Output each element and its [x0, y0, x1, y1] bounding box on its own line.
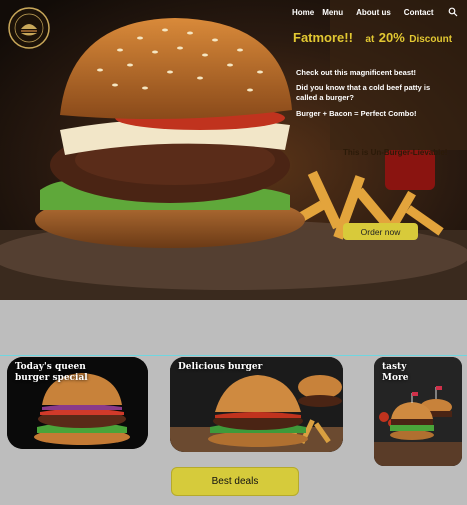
- card-tasty-more[interactable]: tasty More: [374, 357, 462, 466]
- card-tasty-title-line2: More: [382, 373, 409, 383]
- card-queen-title-line2: burger special: [15, 373, 88, 383]
- promo-discount: Discount: [409, 34, 453, 45]
- nav-contact-link[interactable]: Contact: [404, 8, 434, 17]
- hero-banner: Home Menu About us Contact Fatmore!! at …: [0, 0, 467, 300]
- card-queen-burger[interactable]: Today's queen burger special: [7, 357, 148, 449]
- nav-home-link[interactable]: Home: [292, 8, 314, 17]
- promo-brand: Fatmore!!: [293, 30, 353, 45]
- card-tasty-title: tasty More: [382, 362, 408, 384]
- promo-percent: 20%: [378, 30, 405, 45]
- nav-menu-link[interactable]: Menu: [322, 8, 343, 17]
- card-delicious-title: Delicious burger: [178, 362, 262, 373]
- search-icon[interactable]: [448, 7, 458, 17]
- card-delicious-burger[interactable]: Delicious burger: [170, 357, 343, 452]
- hero-tagline: This is Un-Burger-Lievable!: [343, 148, 448, 157]
- order-now-button[interactable]: Order now: [343, 223, 418, 240]
- brand-logo[interactable]: [8, 7, 50, 49]
- hero-line-3: Burger + Bacon = Perfect Combo!: [296, 109, 417, 118]
- promo-headline: Fatmore!! at 20% Discount: [293, 29, 452, 47]
- best-deals-button[interactable]: Best deals: [171, 467, 299, 496]
- hero-line-1: Check out this magnificent beast!: [296, 68, 417, 77]
- card-delicious-title-line1: Delicious burger: [178, 362, 263, 372]
- nav-about-link[interactable]: About us: [356, 8, 391, 17]
- top-nav: Home Menu About us Contact: [292, 7, 458, 17]
- card-queen-title-line1: Today's queen: [15, 362, 86, 372]
- card-tasty-title-line1: tasty: [382, 362, 407, 372]
- promo-at: at: [365, 34, 375, 45]
- section-divider: [0, 355, 467, 356]
- card-queen-title: Today's queen burger special: [15, 362, 88, 384]
- hero-line-2: Did you know that a cold beef patty is c…: [296, 83, 431, 102]
